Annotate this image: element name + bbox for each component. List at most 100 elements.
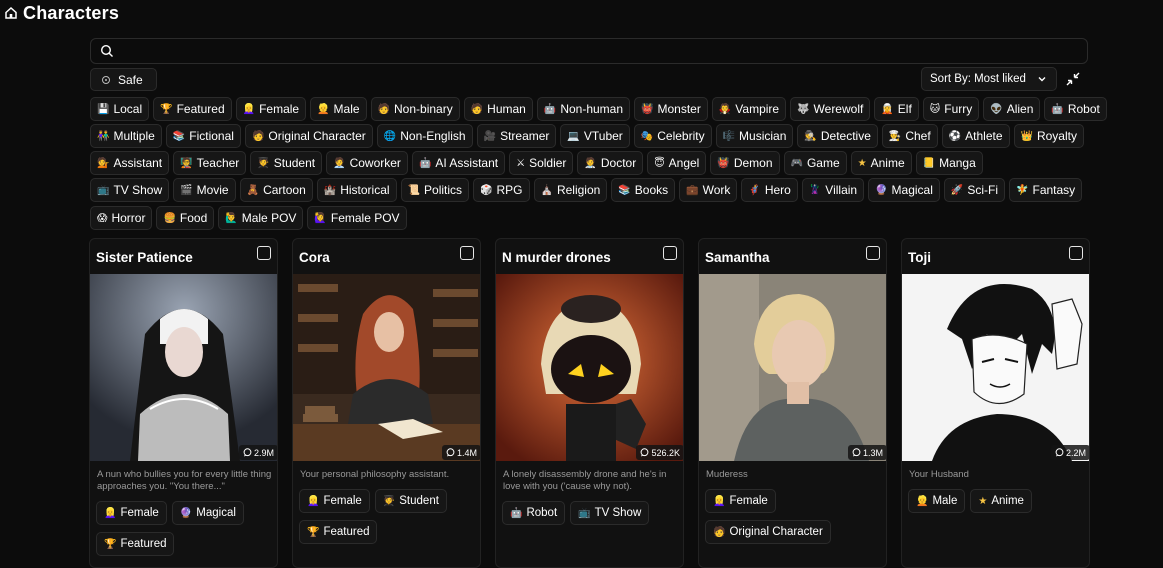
tag-books[interactable]: 📚 Books — [611, 178, 676, 202]
card-tag-featured[interactable]: 🏆 Featured — [96, 532, 175, 556]
tag-werewolf[interactable]: 🐺 Werewolf — [790, 97, 871, 121]
card-tag-female[interactable]: 👱‍♀️ Female — [96, 501, 167, 525]
tag-label: Magical — [891, 183, 933, 197]
tag-robot[interactable]: 🤖 Robot — [1044, 97, 1107, 121]
tag-vampire[interactable]: 🧛 Vampire — [711, 97, 787, 121]
teddy-bear-icon: 🧸 — [246, 184, 260, 196]
tag-sci-fi[interactable]: 🚀 Sci-Fi — [943, 178, 1006, 202]
tag-label: Non-English — [400, 129, 466, 143]
tag-non-human[interactable]: 🤖 Non-human — [536, 97, 631, 121]
tag-non-english[interactable]: 🌐 Non-English — [376, 124, 473, 148]
tag-demon[interactable]: 👹 Demon — [710, 151, 780, 175]
character-image: 2.2M — [902, 274, 1089, 461]
character-card[interactable]: Sister Patience 2.9M A nun who bullies y… — [89, 238, 278, 568]
tag-coworker[interactable]: 🧑‍💼 Coworker — [326, 151, 408, 175]
card-description: Your personal philosophy assistant. — [300, 469, 450, 480]
tag-female[interactable]: 👱‍♀️ Female — [235, 97, 307, 121]
tag-cartoon[interactable]: 🧸 Cartoon — [239, 178, 313, 202]
burger-icon: 🍔 — [163, 212, 176, 224]
tag-row-2: 👫 Multiple 📚 Fictional 🧑 Original Character… — [90, 124, 1084, 148]
tag-ai-assistant[interactable]: 🤖 AI Assistant — [411, 151, 506, 175]
tag-fictional[interactable]: 📚 Fictional — [165, 124, 241, 148]
safe-toggle-button[interactable]: Safe — [90, 68, 157, 91]
tag-streamer[interactable]: 🎥 Streamer — [476, 124, 557, 148]
tag-doctor[interactable]: 🧑‍⚕️ Doctor — [577, 151, 644, 175]
search-input[interactable] — [120, 43, 1087, 59]
character-card[interactable]: Cora 1.4M Your personal philosophy assis… — [292, 238, 481, 568]
tag-teacher[interactable]: 🧑‍🏫 Teacher — [173, 151, 247, 175]
tag-human[interactable]: 🧑 Human — [463, 97, 533, 121]
tag-monster[interactable]: 👹 Monster — [634, 97, 708, 121]
card-tag-female[interactable]: 👱‍♀️ Female — [705, 489, 776, 513]
tag-assistant[interactable]: 💁 Assistant — [90, 151, 170, 175]
tag-local[interactable]: 💾 Local — [90, 97, 150, 121]
card-tag-anime[interactable]: ★ Anime — [970, 489, 1032, 513]
tag-fantasy[interactable]: 🧚 Fantasy — [1009, 178, 1083, 202]
card-tag-original-character[interactable]: 🧑 Original Character — [705, 520, 831, 544]
select-checkbox[interactable] — [460, 246, 474, 260]
tag-vtuber[interactable]: 💻 VTuber — [560, 124, 630, 148]
tag-female-pov[interactable]: 🙋‍♀️ Female POV — [307, 206, 407, 230]
tag-chef[interactable]: 👨‍🍳 Chef — [881, 124, 938, 148]
select-checkbox[interactable] — [257, 246, 271, 260]
tag-student[interactable]: 🧑‍🎓 Student — [250, 151, 323, 175]
character-card[interactable]: Toji 2.2M Your Husband 👱 Male ★ Anime — [901, 238, 1090, 568]
tag-tv-show[interactable]: 📺 TV Show — [90, 178, 170, 202]
student-icon: 🧑‍🎓 — [382, 495, 396, 507]
tag-religion[interactable]: ⛪ Religion — [533, 178, 608, 202]
tag-athlete[interactable]: ⚽ Athlete — [941, 124, 1010, 148]
tag-royalty[interactable]: 👑 Royalty — [1013, 124, 1084, 148]
tag-male-pov[interactable]: 🙋‍♂️ Male POV — [218, 206, 304, 230]
tag-historical[interactable]: 🏰 Historical — [316, 178, 397, 202]
select-checkbox[interactable] — [1069, 246, 1083, 260]
collapse-icon[interactable] — [1065, 71, 1081, 87]
card-tag-robot[interactable]: 🤖 Robot — [502, 501, 566, 525]
tag-non-binary[interactable]: 🧑 Non-binary — [370, 97, 460, 121]
tag-soldier[interactable]: ⚔ Soldier — [509, 151, 574, 175]
tag-detective[interactable]: 🕵 Detective — [797, 124, 878, 148]
angel-icon: 😇 — [654, 157, 665, 169]
tag-furry[interactable]: 🐱 Furry — [922, 97, 980, 121]
card-tag-student[interactable]: 🧑‍🎓 Student — [374, 489, 447, 513]
card-tag-male[interactable]: 👱 Male — [908, 489, 966, 513]
robot-icon: 🤖 — [510, 507, 523, 519]
card-description: A lonely disassembly drone and he's in l… — [503, 469, 667, 492]
tag-game[interactable]: 🎮 Game — [783, 151, 847, 175]
tag-hero[interactable]: 🦸 Hero — [741, 178, 798, 202]
tag-manga[interactable]: 📒 Manga — [915, 151, 983, 175]
detective-icon: 🕵 — [804, 130, 817, 142]
tag-villain[interactable]: 🦹 Villain — [801, 178, 865, 202]
tag-multiple[interactable]: 👫 Multiple — [90, 124, 162, 148]
tag-rpg[interactable]: 🎲 RPG — [473, 178, 530, 202]
select-checkbox[interactable] — [663, 246, 677, 260]
tag-politics[interactable]: 📜 Politics — [400, 178, 470, 202]
card-tag-tv-show[interactable]: 📺 TV Show — [570, 501, 650, 525]
search-bar[interactable] — [90, 38, 1088, 64]
tag-alien[interactable]: 👽 Alien — [983, 97, 1041, 121]
tag-celebrity[interactable]: 🎭 Celebrity — [633, 124, 712, 148]
tag-anime[interactable]: ★ Anime — [850, 151, 912, 175]
sort-dropdown[interactable]: Sort By: Most liked — [921, 67, 1057, 91]
tag-original-character[interactable]: 🧑 Original Character — [244, 124, 373, 148]
card-tag-magical[interactable]: 🔮 Magical — [171, 501, 244, 525]
tag-work[interactable]: 💼 Work — [679, 178, 738, 202]
tag-movie[interactable]: 🎬 Movie — [173, 178, 236, 202]
card-tag-featured[interactable]: 🏆 Featured — [299, 520, 378, 544]
tag-male[interactable]: 👱 Male — [310, 97, 367, 121]
scroll-icon: 📜 — [407, 184, 421, 196]
home-icon[interactable] — [4, 6, 18, 20]
tag-label: Featured — [120, 538, 167, 550]
chat-count: 1.3M — [862, 447, 883, 458]
tag-angel[interactable]: 😇 Angel — [647, 151, 707, 175]
character-card[interactable]: N murder drones 526.2K A lonely disassem… — [495, 238, 684, 568]
select-checkbox[interactable] — [866, 246, 880, 260]
tag-magical[interactable]: 🔮 Magical — [868, 178, 940, 202]
tag-food[interactable]: 🍔 Food — [156, 206, 215, 230]
card-tag-female[interactable]: 👱‍♀️ Female — [299, 489, 370, 513]
tag-elf[interactable]: 🧝 Elf — [874, 97, 919, 121]
tag-featured[interactable]: 🏆 Featured — [153, 97, 232, 121]
character-card[interactable]: Samantha 1.3M Muderess 👱‍♀️ Female 🧑 Origi… — [698, 238, 887, 568]
tag-musician[interactable]: 🎼 Musician — [715, 124, 794, 148]
tag-horror[interactable]: 😱 Horror — [90, 206, 153, 230]
office-worker-icon: 🧑‍💼 — [333, 157, 346, 169]
